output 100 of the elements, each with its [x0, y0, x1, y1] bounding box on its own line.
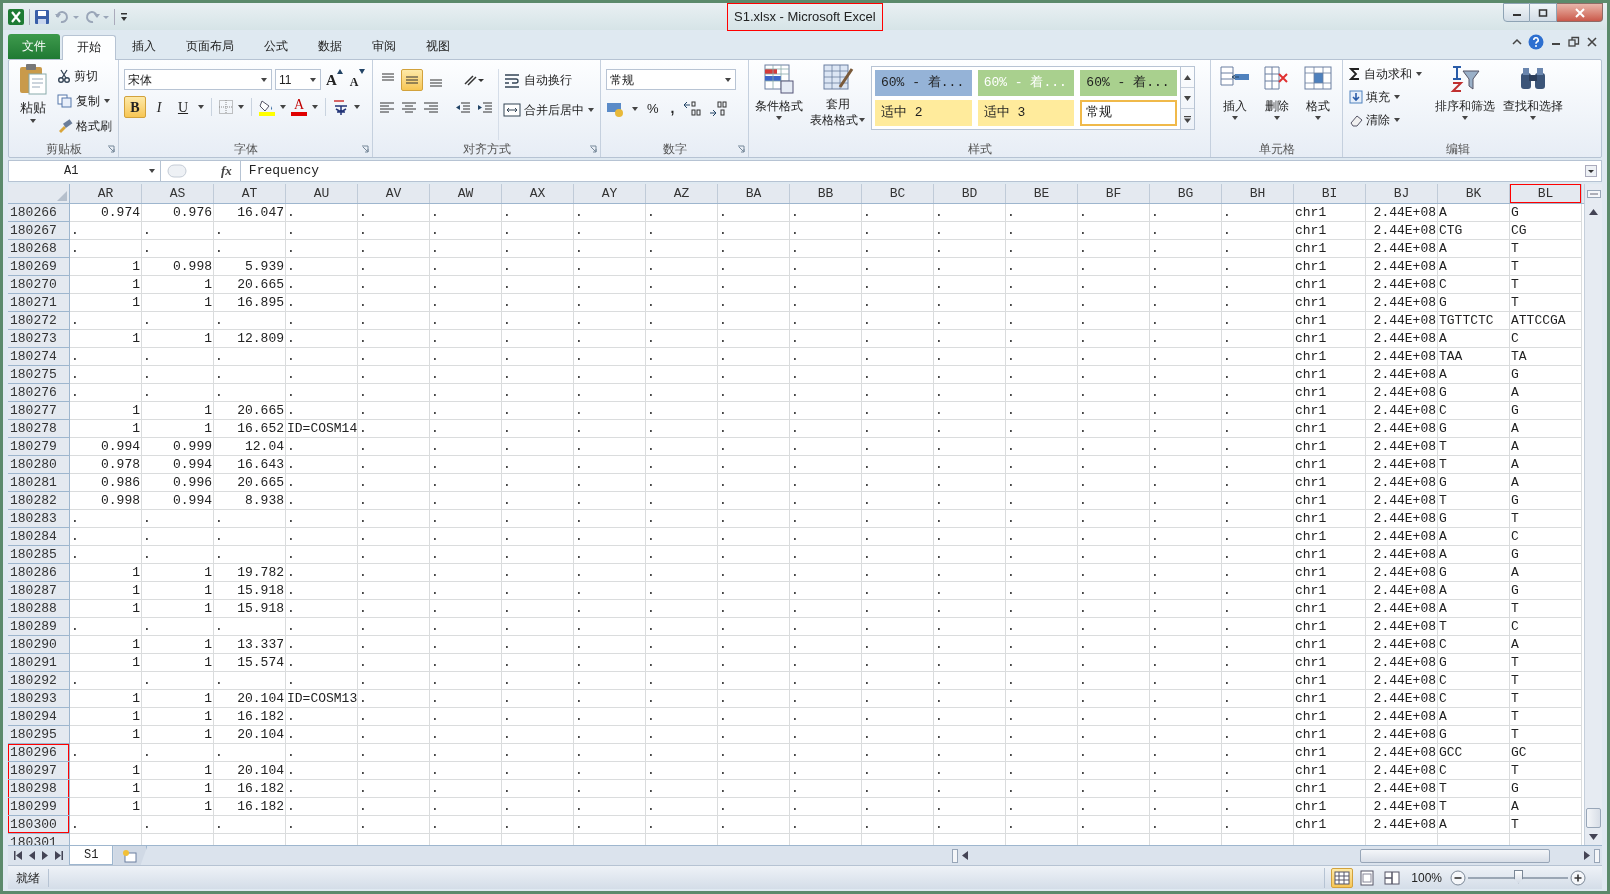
row-header[interactable]: 180279 — [8, 438, 70, 456]
column-header[interactable]: BA — [718, 184, 790, 203]
row-header[interactable]: 180286 — [8, 564, 70, 582]
italic-button[interactable]: I — [148, 96, 170, 118]
caret-icon[interactable] — [197, 104, 205, 110]
column-header[interactable]: AV — [358, 184, 430, 203]
increase-decimal-icon[interactable] — [683, 99, 704, 118]
grow-font-button[interactable]: A — [324, 69, 345, 90]
ribbon-tab[interactable]: 审阅 — [358, 34, 410, 59]
percent-button[interactable]: % — [644, 98, 662, 119]
scroll-right-icon[interactable] — [1584, 851, 1590, 860]
zoom-in-icon[interactable] — [1570, 869, 1586, 886]
dialog-launcher-icon[interactable] — [107, 144, 115, 153]
help-icon[interactable] — [1528, 34, 1544, 50]
caret-icon[interactable] — [311, 104, 319, 110]
scroll-down-icon[interactable] — [1589, 834, 1598, 840]
clear-button[interactable]: 清除 — [1349, 109, 1429, 130]
split-handle-icon[interactable] — [952, 848, 958, 863]
ribbon-tab[interactable]: 数据 — [304, 34, 356, 59]
column-header[interactable]: AS — [142, 184, 214, 203]
phonetic-icon[interactable] — [332, 98, 350, 116]
cell-style-item[interactable]: 常规 — [1080, 100, 1177, 126]
number-format-field[interactable]: 常规 — [606, 69, 736, 90]
close-button[interactable] — [1557, 3, 1603, 22]
first-sheet-icon[interactable] — [14, 851, 22, 860]
row-header[interactable]: 180300 — [8, 816, 70, 834]
column-header[interactable]: BB — [790, 184, 862, 203]
row-header[interactable]: 180299 — [8, 798, 70, 816]
zoom-slider-thumb[interactable] — [1514, 869, 1523, 884]
fill-button[interactable]: 填充 — [1349, 86, 1429, 107]
column-header[interactable]: AR — [70, 184, 142, 203]
caret-icon[interactable] — [353, 104, 361, 110]
scroll-up-icon[interactable] — [1589, 209, 1598, 215]
row-header[interactable]: 180285 — [8, 546, 70, 564]
last-sheet-icon[interactable] — [55, 851, 63, 860]
row-header[interactable]: 180290 — [8, 636, 70, 654]
dialog-launcher-icon[interactable] — [737, 144, 745, 153]
view-button[interactable] — [1331, 867, 1354, 888]
row-header[interactable]: 180295 — [8, 726, 70, 744]
split-handle-icon[interactable] — [1586, 190, 1601, 198]
ribbon-tab[interactable]: 公式 — [250, 34, 302, 59]
excel-logo-icon[interactable] — [7, 7, 25, 26]
conditional-format-button[interactable]: 条件格式 — [753, 63, 805, 140]
sheet-tab[interactable]: S1 — [69, 846, 114, 865]
row-header[interactable]: 180268 — [8, 240, 70, 258]
column-header[interactable]: BF — [1078, 184, 1150, 203]
row-header[interactable]: 180280 — [8, 456, 70, 474]
format-painter-button[interactable]: 格式刷 — [55, 115, 114, 137]
column-header[interactable]: AT — [214, 184, 286, 203]
row-header[interactable]: 180293 — [8, 690, 70, 708]
column-header[interactable]: BI — [1294, 184, 1366, 203]
fill-color-icon[interactable] — [258, 98, 276, 116]
caret-icon[interactable] — [237, 104, 245, 110]
row-header[interactable]: 180284 — [8, 528, 70, 546]
scroll-left-icon[interactable] — [962, 851, 968, 860]
row-header[interactable]: 180275 — [8, 366, 70, 384]
font-size-field[interactable]: 11 — [275, 69, 321, 90]
row-header[interactable]: 180291 — [8, 654, 70, 672]
find-select-button[interactable]: 查找和选择 — [1501, 63, 1565, 140]
row-header[interactable]: 180269 — [8, 258, 70, 276]
row-header[interactable]: 180270 — [8, 276, 70, 294]
copy-button[interactable]: 复制 — [55, 90, 114, 112]
column-header[interactable]: AX — [502, 184, 574, 203]
wrap-text-button[interactable]: 自动换行 — [503, 69, 595, 91]
restore-button[interactable] — [1530, 3, 1557, 22]
row-header[interactable]: 180272 — [8, 312, 70, 330]
column-header[interactable]: AU — [286, 184, 358, 203]
underline-button[interactable]: U — [172, 96, 194, 118]
font-name-field[interactable]: 宋体 — [124, 69, 272, 90]
row-header[interactable]: 180271 — [8, 294, 70, 312]
ribbon-tab[interactable]: 开始 — [62, 35, 116, 60]
column-header[interactable]: AZ — [646, 184, 718, 203]
row-header[interactable]: 180287 — [8, 582, 70, 600]
column-header[interactable]: BE — [1006, 184, 1078, 203]
cell-style-item[interactable]: 60% - 着... — [875, 70, 972, 96]
insert-button[interactable]: 插入 — [1217, 63, 1253, 140]
column-header[interactable]: BJ — [1366, 184, 1438, 203]
row-header[interactable]: 180288 — [8, 600, 70, 618]
column-header[interactable]: BC — [862, 184, 934, 203]
save-icon[interactable] — [34, 8, 50, 25]
align-middle-button[interactable] — [401, 69, 423, 91]
autosum-button[interactable]: 自动求和 — [1349, 63, 1429, 84]
column-header[interactable]: BD — [934, 184, 1006, 203]
column-header[interactable]: BL — [1510, 184, 1582, 203]
previous-sheet-icon[interactable] — [29, 851, 35, 860]
row-header[interactable]: 180277 — [8, 402, 70, 420]
scroll-thumb[interactable] — [1586, 808, 1601, 828]
row-header[interactable]: 180276 — [8, 384, 70, 402]
font-color-button[interactable]: A — [290, 97, 308, 117]
shrink-font-button[interactable]: A — [347, 69, 367, 90]
row-header[interactable]: 180296 — [8, 744, 70, 762]
minimize-button[interactable] — [1503, 3, 1530, 22]
caret-icon[interactable] — [279, 104, 287, 110]
comma-button[interactable]: , — [666, 98, 679, 119]
cell-style-item[interactable]: 适中 3 — [977, 100, 1075, 126]
decrease-decimal-icon[interactable] — [708, 99, 729, 118]
row-header[interactable]: 180281 — [8, 474, 70, 492]
cell-style-item[interactable]: 适中 2 — [875, 100, 972, 126]
window-close-icon[interactable] — [1586, 36, 1598, 48]
merge-center-button[interactable]: 合并后居中 — [503, 99, 595, 121]
